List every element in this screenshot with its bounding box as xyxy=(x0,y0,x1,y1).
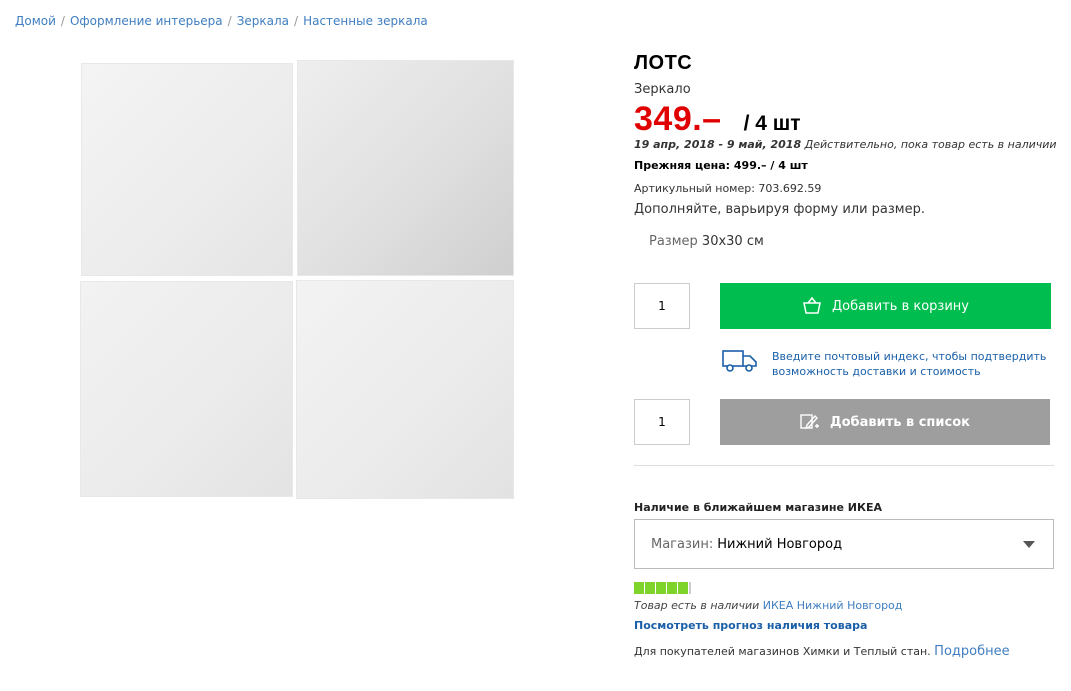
chevron-down-icon xyxy=(1023,541,1035,548)
stock-segment xyxy=(634,582,644,594)
add-to-list-button[interactable]: Добавить в список xyxy=(720,399,1050,445)
stock-level-indicator xyxy=(634,582,691,594)
old-price: Прежняя цена: 499.– / 4 шт xyxy=(634,159,808,172)
validity-dates: 19 апр, 2018 - 9 май, 2018 xyxy=(634,138,802,151)
mirror-tile xyxy=(80,281,293,497)
product-image[interactable] xyxy=(78,58,516,500)
add-to-list-label: Добавить в список xyxy=(830,414,970,430)
price-unit: / 4 шт xyxy=(743,112,801,135)
breadcrumb: Домой / Оформление интерьера / Зеркала / Насте… xyxy=(15,14,428,28)
breadcrumb-mirrors[interactable]: Зеркала xyxy=(237,14,289,28)
product-price: 349.– xyxy=(634,100,722,138)
mirror-tile xyxy=(297,60,514,276)
price-validity: 19 апр, 2018 - 9 май, 2018 Действительно… xyxy=(634,138,1057,151)
stock-status: Товар есть в наличии ИКЕА Нижний Новгоро… xyxy=(634,599,902,612)
size-value: 30x30 см xyxy=(701,234,764,249)
stock-segment xyxy=(645,582,655,594)
divider xyxy=(634,465,1054,466)
product-description: Дополняйте, варьируя форму или размер. xyxy=(634,202,925,217)
list-edit-icon xyxy=(800,413,820,431)
validity-note: Действительно, пока товар есть в наличии xyxy=(804,138,1057,151)
product-info: ЛОТС Зеркало 349.– / 4 шт 19 апр, 2018 - … xyxy=(634,52,1059,659)
more-link[interactable]: Подробнее xyxy=(934,644,1009,659)
basket-icon xyxy=(802,297,822,315)
stock-store-link[interactable]: ИКЕА Нижний Новгород xyxy=(763,599,903,612)
stock-segment xyxy=(678,582,688,594)
breadcrumb-separator: / xyxy=(227,14,232,28)
store-select[interactable]: Магазин: Нижний Новгород xyxy=(634,519,1054,569)
stock-segment-empty xyxy=(689,582,691,594)
mirror-tile xyxy=(81,63,293,276)
mirror-tile xyxy=(296,280,514,499)
breadcrumb-wall-mirrors[interactable]: Настенные зеркала xyxy=(303,14,428,28)
list-quantity-input[interactable]: 1 xyxy=(634,399,690,445)
breadcrumb-interior[interactable]: Оформление интерьера xyxy=(70,14,223,28)
breadcrumb-separator: / xyxy=(60,14,65,28)
add-to-cart-button[interactable]: Добавить в корзину xyxy=(720,283,1051,329)
product-size: Размер 30x30 см xyxy=(649,234,764,249)
store-note-text: Для покупателей магазинов Химки и Теплый… xyxy=(634,645,931,658)
store-select-label: Магазин: xyxy=(651,536,714,552)
truck-icon xyxy=(722,349,758,377)
stock-segment xyxy=(656,582,666,594)
store-select-value: Нижний Новгород xyxy=(717,536,843,552)
stock-segment xyxy=(667,582,677,594)
delivery-info[interactable]: Введите почтовый индекс, чтобы подтверди… xyxy=(722,349,1062,379)
store-note: Для покупателей магазинов Химки и Теплый… xyxy=(634,644,1010,659)
price-row: 349.– / 4 шт xyxy=(634,100,801,139)
size-label: Размер xyxy=(649,234,698,249)
product-type: Зеркало xyxy=(634,82,691,97)
delivery-text: Введите почтовый индекс, чтобы подтверди… xyxy=(772,350,1047,378)
availability-heading: Наличие в ближайшем магазине ИКЕА xyxy=(634,501,883,514)
availability-forecast-link[interactable]: Посмотреть прогноз наличия товара xyxy=(634,619,867,632)
cart-quantity-input[interactable]: 1 xyxy=(634,283,690,329)
breadcrumb-home[interactable]: Домой xyxy=(15,14,56,28)
add-to-cart-label: Добавить в корзину xyxy=(832,298,969,314)
article-number: Артикульный номер: 703.692.59 xyxy=(634,182,822,195)
product-name: ЛОТС xyxy=(634,52,693,74)
stock-status-text: Товар есть в наличии xyxy=(634,599,760,612)
breadcrumb-separator: / xyxy=(294,14,299,28)
